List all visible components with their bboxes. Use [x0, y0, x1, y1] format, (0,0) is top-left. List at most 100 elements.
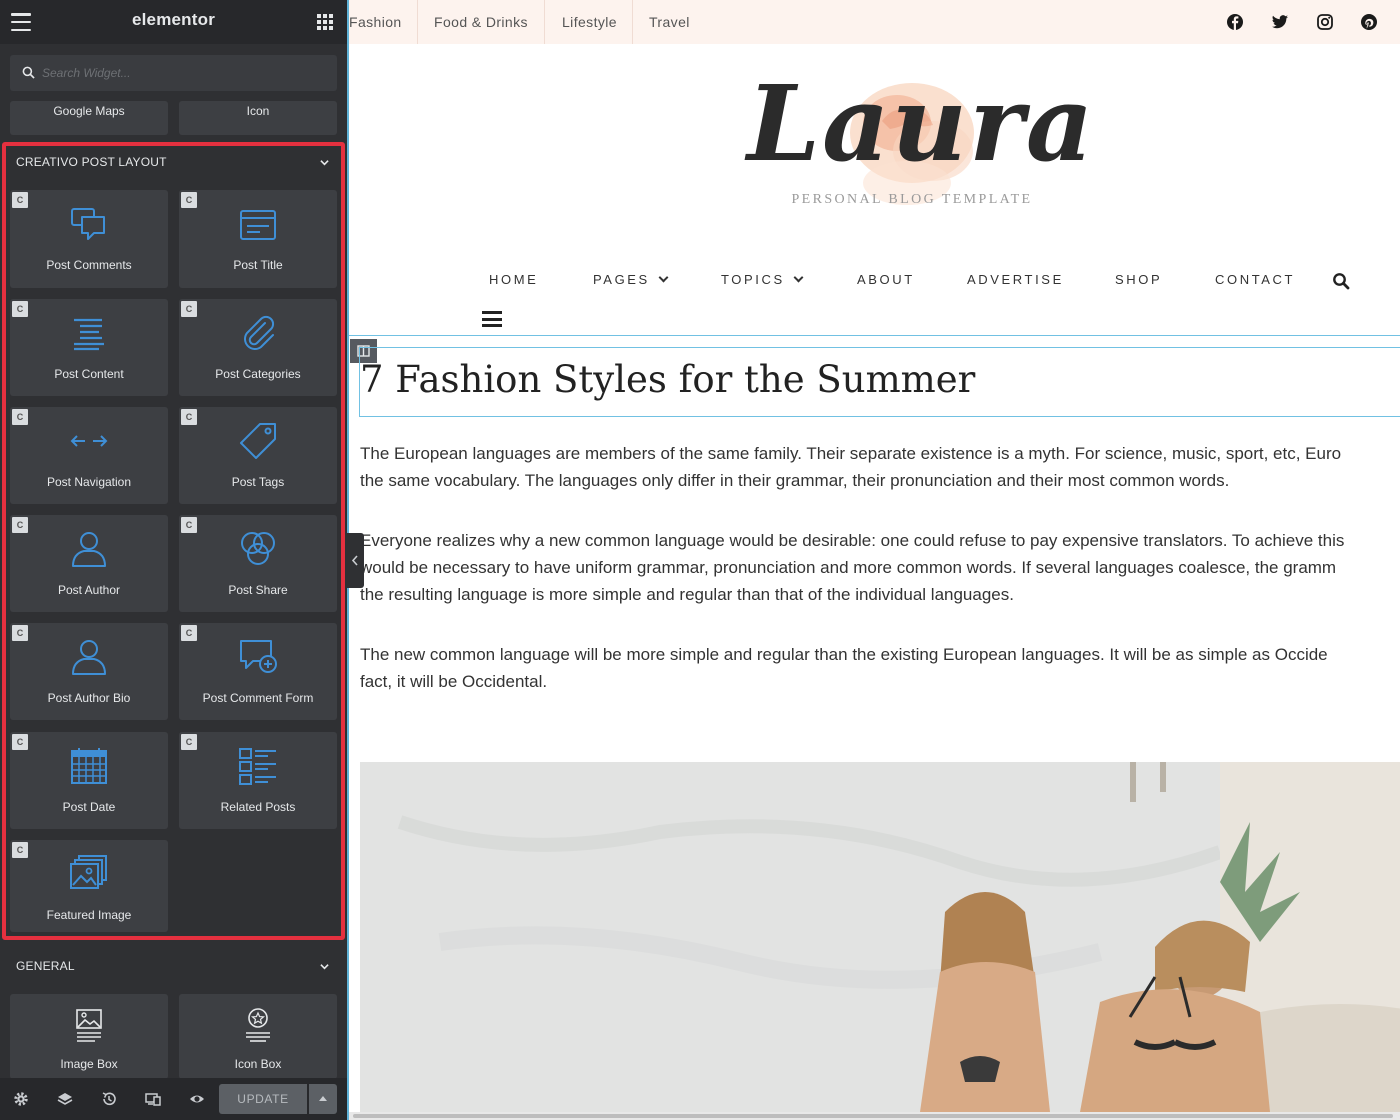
widget-image-box[interactable]: Image Box: [10, 994, 168, 1079]
widget-label: Post Author: [57, 583, 121, 597]
widget-post-title[interactable]: C Post Title: [179, 190, 337, 288]
widget-icon-box[interactable]: Icon Box: [179, 994, 337, 1079]
search-icon: [22, 66, 35, 79]
horizontal-scrollbar[interactable]: [349, 1112, 1400, 1120]
website-preview: Fashion Food & Drinks Lifestyle Travel L…: [347, 0, 1400, 1120]
creativo-badge: C: [12, 192, 28, 208]
responsive-icon[interactable]: [145, 1091, 161, 1107]
update-options-button[interactable]: [309, 1084, 337, 1114]
pinterest-icon[interactable]: [1360, 13, 1378, 31]
chevron-down-icon: [320, 964, 329, 970]
paragraph-line: would be necessary to have uniform gramm…: [360, 558, 1337, 577]
section-creativo-post-layout[interactable]: CREATIVO POST LAYOUT: [0, 146, 347, 178]
mobile-menu-icon[interactable]: [482, 311, 502, 327]
paragraph-line: The new common language will be more sim…: [360, 645, 1328, 664]
caret-up-icon: [319, 1096, 327, 1101]
topbar-divider: [544, 0, 545, 44]
logo-tagline: PERSONAL BLOG TEMPLATE: [791, 192, 1033, 207]
widgets-grid-icon[interactable]: [317, 14, 333, 30]
update-button[interactable]: UPDATE: [219, 1084, 307, 1114]
creativo-badge: C: [12, 625, 28, 641]
paragraph-line: Everyone realizes why a new common langu…: [360, 531, 1345, 550]
facebook-icon[interactable]: [1226, 13, 1244, 31]
topbar-link-lifestyle[interactable]: Lifestyle: [562, 0, 617, 44]
post-paragraph: The new common language will be more sim…: [360, 641, 1400, 695]
widget-label: Post Categories: [215, 367, 301, 381]
history-icon[interactable]: [101, 1091, 117, 1107]
nav-item-shop[interactable]: SHOP: [1115, 272, 1162, 287]
creativo-badge: C: [181, 301, 197, 317]
site-logo[interactable]: Laura PERSONAL BLOG TEMPLATE: [747, 58, 1093, 238]
collapse-panel-handle[interactable]: [347, 533, 364, 588]
calendar-icon: [71, 748, 107, 784]
eye-icon[interactable]: [189, 1091, 205, 1107]
widget-post-date[interactable]: C Post Date: [10, 732, 168, 829]
widget-post-tags[interactable]: C Post Tags: [179, 407, 337, 504]
arrows-icon: [70, 435, 108, 447]
layers-icon[interactable]: [57, 1091, 73, 1107]
topbar-divider: [632, 0, 633, 44]
widget-post-navigation[interactable]: C Post Navigation: [10, 407, 168, 504]
top-bar: Fashion Food & Drinks Lifestyle Travel: [349, 0, 1400, 44]
topbar-link-travel[interactable]: Travel: [649, 0, 690, 44]
section-general[interactable]: GENERAL: [0, 950, 347, 982]
scrollbar-thumb[interactable]: [353, 1114, 1393, 1118]
paragraph-line: fact, it will be Occidental.: [360, 672, 548, 691]
nav-item-advertise[interactable]: ADVERTISE: [967, 272, 1064, 287]
widget-post-author-bio[interactable]: C Post Author Bio: [10, 623, 168, 720]
widget-label: Icon Box: [234, 1057, 282, 1071]
topbar-divider: [417, 0, 418, 44]
panel-footer: UPDATE: [0, 1078, 347, 1120]
paperclip-icon: [244, 315, 275, 350]
topbar-link-food-drinks[interactable]: Food & Drinks: [434, 0, 528, 44]
widget-post-categories[interactable]: C Post Categories: [179, 299, 337, 396]
search-widget-input[interactable]: [42, 55, 332, 91]
widget-related-posts[interactable]: C Related Posts: [179, 732, 337, 829]
widget-icon[interactable]: Icon: [179, 101, 337, 135]
widget-label: Post Title: [233, 258, 283, 272]
search-icon[interactable]: [1332, 272, 1350, 290]
nav-item-label: TOPICS: [721, 272, 785, 287]
widget-post-comment-form[interactable]: C Post Comment Form: [179, 623, 337, 720]
elementor-panel: elementor Google Maps Icon CREATIVO POST…: [0, 0, 347, 1120]
nav-item-contact[interactable]: CONTACT: [1215, 272, 1295, 287]
post-title: 7 Fashion Styles for the Summer: [360, 358, 976, 401]
creativo-badge: C: [12, 842, 28, 858]
creativo-badge: C: [12, 517, 28, 533]
images-icon: [70, 855, 107, 889]
topbar-link-fashion[interactable]: Fashion: [349, 0, 402, 44]
gear-icon[interactable]: [13, 1091, 29, 1107]
nav-item-topics[interactable]: TOPICS: [721, 272, 804, 287]
widget-post-author[interactable]: C Post Author: [10, 515, 168, 612]
widget-label: Post Share: [228, 583, 288, 597]
paragraph-line: the resulting language is more simple an…: [360, 585, 1014, 604]
image-box-icon: [76, 1009, 102, 1042]
widget-label: Post Content: [54, 367, 124, 381]
title-widget-outline[interactable]: 7 Fashion Styles for the Summer: [359, 347, 1400, 417]
widget-post-share[interactable]: C Post Share: [179, 515, 337, 612]
widget-post-content[interactable]: C Post Content: [10, 299, 168, 396]
chevron-down-icon: [793, 272, 804, 283]
nav-item-pages[interactable]: PAGES: [593, 272, 669, 287]
title-icon: [240, 210, 276, 240]
widget-google-maps[interactable]: Google Maps: [10, 101, 168, 135]
widget-label: Post Comments: [46, 258, 132, 272]
comment-plus-icon: [240, 640, 277, 673]
user-icon: [72, 640, 106, 675]
widget-post-comments[interactable]: C Post Comments: [10, 190, 168, 288]
creativo-badge: C: [181, 192, 197, 208]
icon-box-icon: [246, 1008, 270, 1042]
widget-label: Post Author Bio: [47, 691, 131, 705]
tag-icon: [240, 423, 276, 459]
list-icon: [239, 748, 276, 785]
section-title: GENERAL: [16, 959, 75, 973]
creativo-badge: C: [181, 625, 197, 641]
widget-featured-image[interactable]: C Featured Image: [10, 840, 168, 932]
widget-label: Google Maps: [53, 104, 125, 118]
nav-item-label: PAGES: [593, 272, 650, 287]
nav-item-home[interactable]: HOME: [489, 272, 538, 287]
twitter-icon[interactable]: [1271, 13, 1289, 31]
nav-item-about[interactable]: ABOUT: [857, 272, 915, 287]
instagram-icon[interactable]: [1316, 13, 1334, 31]
comments-icon: [71, 208, 105, 240]
